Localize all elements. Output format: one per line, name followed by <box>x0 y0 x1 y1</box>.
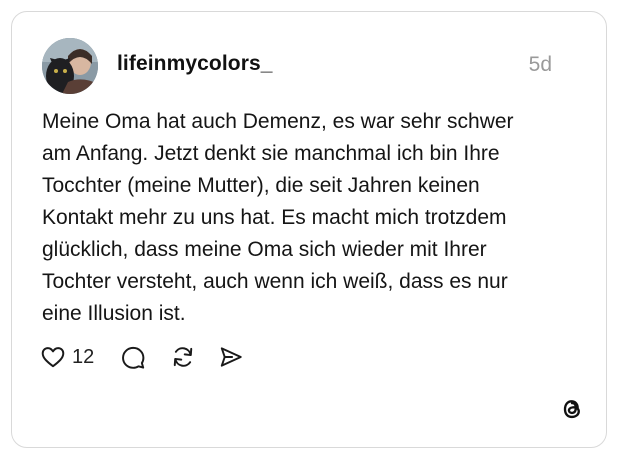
username[interactable]: lifeinmycolors_ <box>117 52 273 76</box>
like-button[interactable]: 12 <box>40 344 94 370</box>
like-count: 12 <box>72 345 95 368</box>
repost-icon <box>173 347 193 367</box>
post-card: lifeinmycolors_ 5d Meine Oma hat auch De… <box>11 11 607 448</box>
repost-button[interactable] <box>170 344 196 375</box>
avatar[interactable] <box>42 38 98 94</box>
post-text: Meine Oma hat auch Demenz, es war sehr s… <box>42 110 514 325</box>
comment-icon <box>122 346 145 369</box>
share-button[interactable] <box>218 344 244 375</box>
post-time: 5d <box>528 53 552 76</box>
share-icon <box>220 347 242 367</box>
threads-logo-icon <box>558 395 586 428</box>
reply-button[interactable] <box>120 344 146 375</box>
heart-icon <box>41 347 65 368</box>
